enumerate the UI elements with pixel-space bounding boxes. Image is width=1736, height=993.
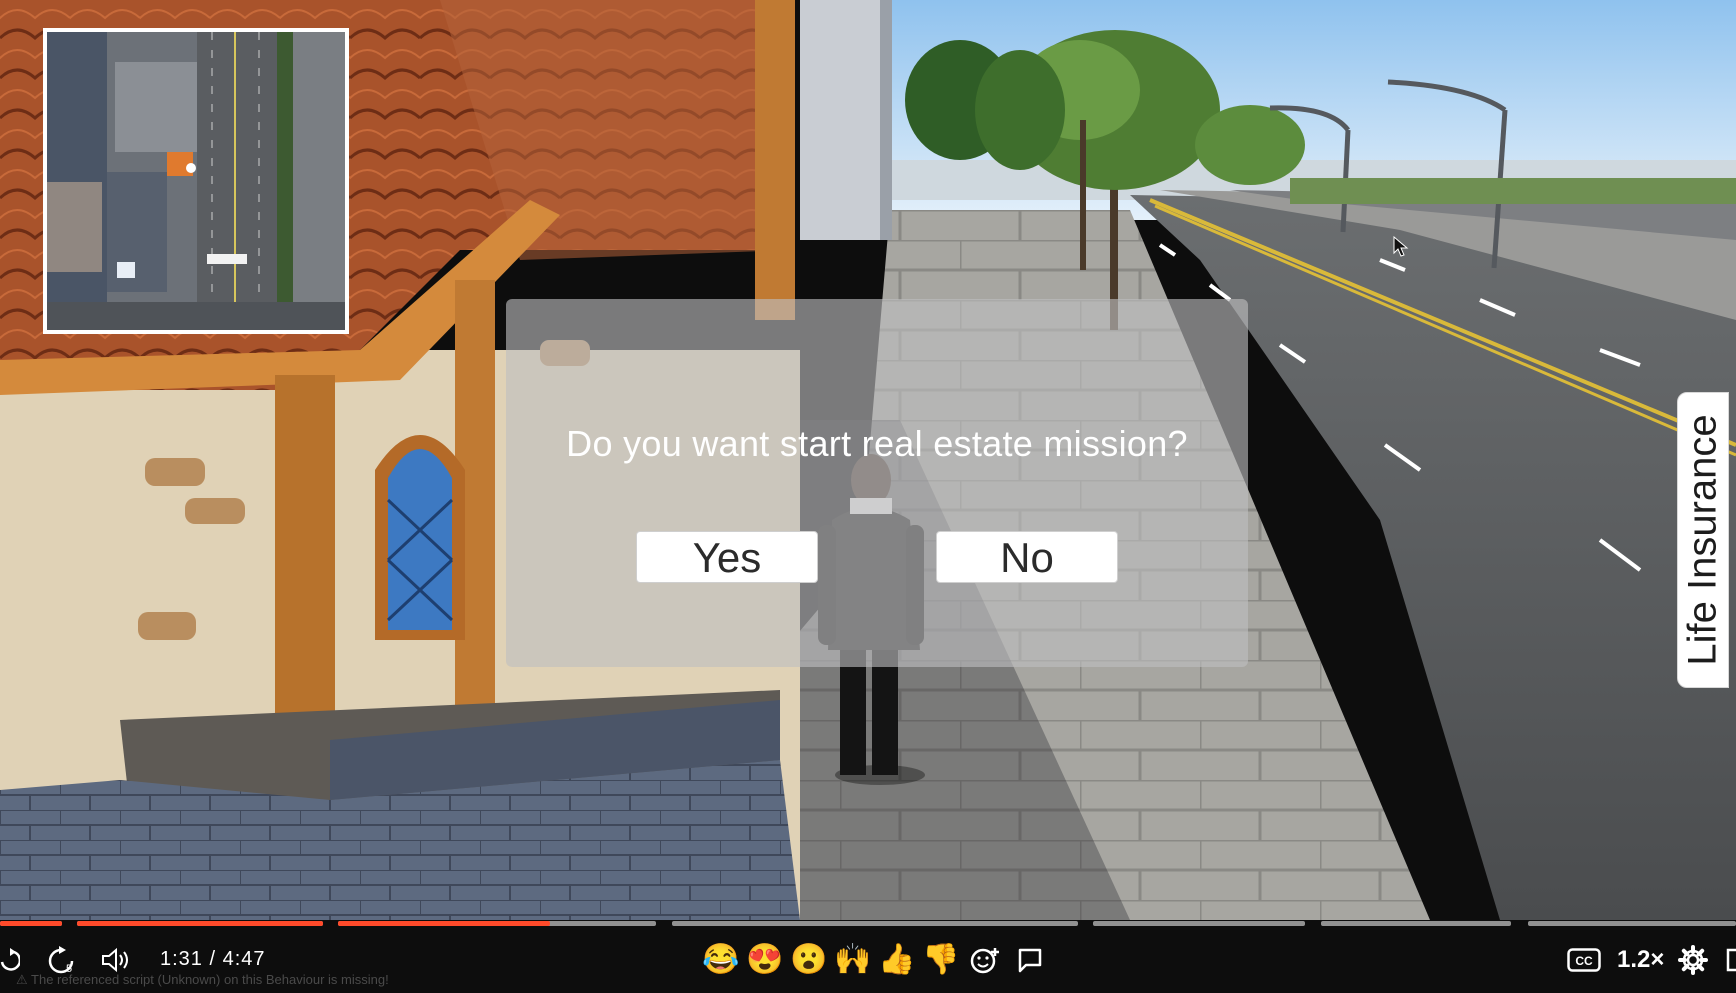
add-reaction-icon[interactable] (968, 940, 1004, 980)
playback-speed-button[interactable]: 1.2× (1617, 946, 1664, 974)
console-message: The referenced script (Unknown) on this … (31, 972, 389, 987)
chapter-segment[interactable] (1093, 921, 1305, 926)
settings-gear-icon[interactable] (1676, 940, 1710, 980)
fullscreen-icon[interactable] (1724, 940, 1736, 980)
chapter-segment[interactable] (1321, 921, 1511, 926)
captions-icon[interactable]: CC (1566, 940, 1602, 980)
mission-dialog: Do you want start real estate mission? Y… (506, 299, 1248, 667)
dialog-question: Do you want start real estate mission? (566, 423, 1188, 464)
time-display: 1:31 / 4:47 (160, 948, 266, 971)
thumbs-up-reaction-button[interactable]: 👍 (878, 942, 916, 978)
yes-button[interactable]: Yes (636, 531, 818, 583)
chapter-segment[interactable] (0, 921, 62, 926)
surprised-reaction-button[interactable]: 😮 (790, 942, 828, 978)
console-warning: ⚠ The referenced script (Unknown) on thi… (16, 972, 389, 988)
comment-icon[interactable] (1014, 940, 1046, 980)
minimap-view (47, 32, 345, 330)
chapter-segment[interactable] (338, 921, 656, 926)
time-separator: / (209, 948, 217, 970)
minimap (43, 28, 349, 334)
mouse-cursor-icon (1393, 236, 1409, 257)
warning-icon: ⚠ (16, 972, 28, 987)
raised-hands-reaction-button[interactable]: 🙌 (834, 942, 872, 978)
laugh-reaction-button[interactable]: 😂 (702, 942, 740, 978)
chapter-segment[interactable] (77, 921, 323, 926)
captions-label: CC (1575, 954, 1593, 968)
current-time: 1:31 (160, 948, 203, 970)
side-tab-label: Life Insurance (1680, 414, 1725, 666)
progress-bar[interactable] (0, 921, 1736, 926)
no-button[interactable]: No (936, 531, 1118, 583)
chapter-segment[interactable] (672, 921, 1078, 926)
chapter-segment[interactable] (1528, 921, 1736, 926)
duration: 4:47 (222, 948, 266, 970)
life-insurance-tab[interactable]: Life Insurance (1677, 392, 1729, 688)
heart-eyes-reaction-button[interactable]: 😍 (746, 942, 784, 978)
thumbs-down-reaction-button[interactable]: 👎 (922, 942, 960, 978)
